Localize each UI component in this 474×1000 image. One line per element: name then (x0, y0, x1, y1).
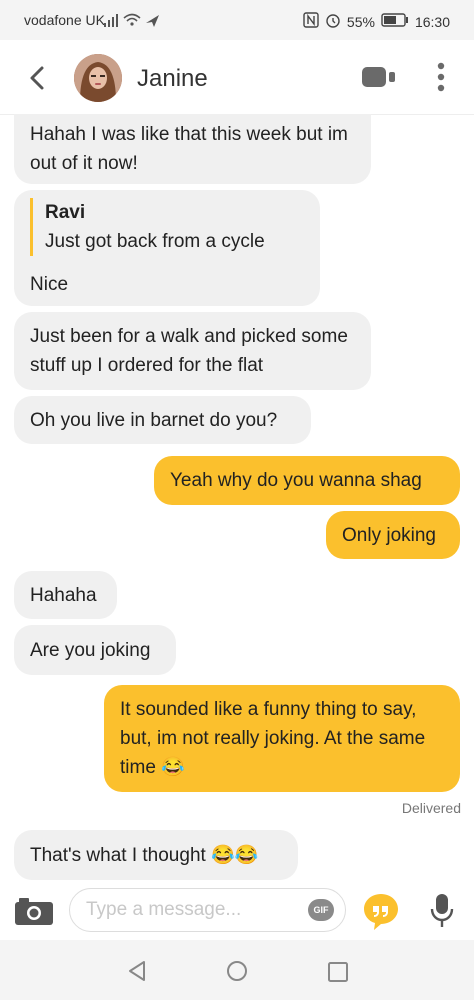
camera-icon[interactable] (14, 896, 54, 931)
incoming-message-with-reply: Ravi Just got back from a cycle Nice (14, 190, 320, 306)
signal-wifi-icons (104, 11, 164, 32)
quote-icon[interactable] (362, 892, 400, 937)
message-composer: GIF (0, 884, 474, 940)
incoming-message: Hahah I was like that this week but im o… (14, 114, 371, 184)
alarm-icon (325, 12, 341, 31)
incoming-message: Hahaha (14, 571, 117, 619)
outgoing-message: Yeah why do you wanna shag (154, 456, 460, 505)
clock-time: 16:30 (414, 13, 450, 30)
quoted-sender: Ravi (45, 201, 86, 223)
message-input[interactable] (69, 888, 346, 932)
avatar[interactable] (74, 54, 122, 102)
message-list[interactable]: Hahah I was like that this week but im o… (0, 114, 474, 884)
system-navigation-bar (0, 940, 474, 1000)
battery-percent: 55% (346, 13, 375, 30)
chat-header: Janine (0, 40, 474, 115)
battery-icon (381, 13, 409, 30)
carrier-name: vodafone UK (24, 12, 105, 28)
nfc-icon (303, 12, 319, 31)
video-camera-icon[interactable] (362, 66, 396, 93)
status-bar: vodafone UK 55% 16:30 (0, 0, 474, 40)
incoming-message: Oh you live in barnet do you? (14, 396, 311, 444)
nav-back-icon[interactable] (126, 960, 148, 987)
incoming-message: Are you joking (14, 625, 176, 675)
contact-name[interactable]: Janine (137, 65, 208, 93)
microphone-icon[interactable] (429, 893, 455, 934)
incoming-message: Just been for a walk and picked some stu… (14, 312, 371, 390)
incoming-message: That's what I thought 😂😂 (14, 830, 298, 880)
outgoing-message: Only joking (326, 511, 460, 559)
gif-icon[interactable]: GIF (308, 899, 334, 921)
more-vertical-icon[interactable] (436, 62, 446, 97)
quoted-text: Just got back from a cycle (45, 230, 265, 252)
delivered-status: Delivered (401, 800, 461, 816)
nav-home-icon[interactable] (226, 960, 248, 987)
quoted-reply[interactable]: Ravi Just got back from a cycle (30, 197, 265, 256)
nav-recent-apps-icon[interactable] (328, 962, 348, 987)
outgoing-message: It sounded like a funny thing to say, bu… (104, 685, 460, 792)
chevron-left-icon[interactable] (22, 62, 54, 94)
